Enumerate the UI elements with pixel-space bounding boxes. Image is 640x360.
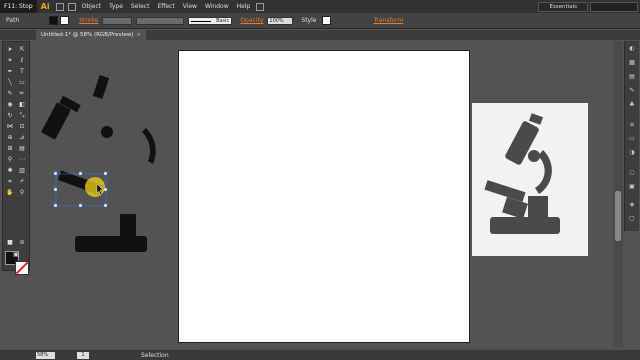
artboard-number-field[interactable]: 1 <box>77 351 89 359</box>
base-piece <box>75 236 147 252</box>
arm-piece <box>142 128 156 164</box>
status-bar: 58% 1 Selection <box>0 350 640 360</box>
color-guide-icon[interactable]: ▦ <box>628 59 636 67</box>
transparency-icon[interactable]: ◑ <box>628 149 636 157</box>
vertical-scrollbar[interactable] <box>613 41 623 347</box>
graphic-styles-icon[interactable]: ▣ <box>628 183 636 191</box>
vertical-scroll-thumb[interactable] <box>615 191 621 241</box>
scattered-microscope-pieces <box>41 74 156 252</box>
artboards-icon[interactable]: ▢ <box>628 215 636 223</box>
current-tool-status[interactable]: Selection <box>141 352 169 359</box>
eyepiece-piece <box>92 74 110 100</box>
canvas-artwork <box>41 74 560 252</box>
stroke-panel-icon[interactable]: ≡ <box>628 121 636 129</box>
layers-icon[interactable]: ◈ <box>628 201 636 209</box>
swatches-icon[interactable]: ▤ <box>628 73 636 81</box>
knob-piece <box>101 126 113 138</box>
brushes-icon[interactable]: ✎ <box>628 87 636 95</box>
appearance-icon[interactable]: ○ <box>628 169 636 177</box>
gradient-panel-icon[interactable]: ▭ <box>628 135 636 143</box>
color-panel-icon[interactable]: ◐ <box>628 45 636 53</box>
zoom-field[interactable]: 58% <box>36 351 55 359</box>
symbols-icon[interactable]: ♣ <box>628 101 636 109</box>
body-tube-piece <box>41 102 71 140</box>
reference-microscope-icon <box>484 113 560 234</box>
panel-dock: ◐ ▦ ▤ ✎ ♣ ≡ ▭ ◑ ○ ▣ ◈ ▢ <box>624 41 639 231</box>
